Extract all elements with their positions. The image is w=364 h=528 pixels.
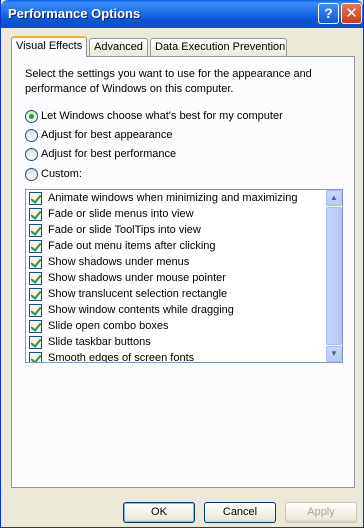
- apply-button[interactable]: Apply: [285, 502, 357, 523]
- radio-best-performance[interactable]: Adjust for best performance: [25, 146, 176, 162]
- close-button[interactable]: ✕: [341, 3, 362, 24]
- checkbox[interactable]: [29, 335, 42, 349]
- checkbox[interactable]: [29, 255, 42, 269]
- list-item-label: Show shadows under menus: [48, 256, 190, 268]
- list-item[interactable]: Show window contents while dragging: [29, 302, 234, 318]
- title-bar[interactable]: Performance Options ? ✕: [1, 0, 363, 28]
- radio-label: Let Windows choose what's best for my co…: [41, 110, 283, 122]
- list-item[interactable]: Show shadows under mouse pointer: [29, 270, 226, 286]
- list-item[interactable]: Show translucent selection rectangle: [29, 286, 227, 302]
- tab-visual-effects[interactable]: Visual Effects: [11, 36, 87, 57]
- list-item-label: Show translucent selection rectangle: [48, 288, 228, 300]
- list-item-label: Slide taskbar buttons: [48, 336, 151, 348]
- list-item[interactable]: Smooth edges of screen fonts: [29, 350, 195, 363]
- radio-label: Adjust for best performance: [41, 148, 177, 160]
- list-item[interactable]: Animate windows when minimizing and maxi…: [29, 190, 297, 206]
- checkbox[interactable]: [29, 287, 42, 301]
- radio-button[interactable]: [25, 167, 38, 181]
- scroll-up-arrow-icon[interactable]: ▲: [326, 190, 342, 206]
- checkbox[interactable]: [29, 303, 42, 317]
- radio-best-appearance[interactable]: Adjust for best appearance: [25, 127, 172, 143]
- radio-custom[interactable]: Custom:: [25, 166, 82, 182]
- list-item-label: Fade or slide ToolTips into view: [48, 224, 201, 236]
- list-item-label: Slide open combo boxes: [48, 320, 169, 332]
- vertical-scrollbar[interactable]: ▲ ▼: [326, 190, 342, 362]
- scroll-down-arrow-icon[interactable]: ▼: [326, 346, 342, 362]
- description-text: Select the settings you want to use for …: [25, 68, 312, 95]
- radio-label: Adjust for best appearance: [41, 129, 173, 141]
- ok-button[interactable]: OK: [123, 502, 195, 523]
- window-title: Performance Options: [8, 6, 141, 21]
- checkbox[interactable]: [29, 223, 42, 237]
- checkbox[interactable]: [29, 351, 42, 362]
- visual-effects-panel: Select the settings you want to use for …: [11, 56, 355, 488]
- list-item-label: Fade or slide menus into view: [48, 208, 194, 220]
- list-item[interactable]: Slide taskbar buttons: [29, 334, 151, 350]
- list-item-label: Show window contents while dragging: [48, 304, 234, 316]
- checkbox[interactable]: [29, 319, 42, 333]
- radio-button[interactable]: [25, 109, 38, 123]
- help-button[interactable]: ?: [318, 3, 339, 24]
- tab-advanced[interactable]: Advanced: [89, 38, 148, 56]
- list-item[interactable]: Fade or slide menus into view: [29, 206, 194, 222]
- visual-effects-list[interactable]: Animate windows when minimizing and maxi…: [25, 189, 343, 363]
- list-item[interactable]: Show shadows under menus: [29, 254, 189, 270]
- radio-button[interactable]: [25, 147, 38, 161]
- checkbox[interactable]: [29, 239, 42, 253]
- list-item[interactable]: Fade out menu items after clicking: [29, 238, 216, 254]
- cancel-button[interactable]: Cancel: [204, 502, 276, 523]
- list-item-label: Show shadows under mouse pointer: [48, 272, 226, 284]
- radio-label: Custom:: [41, 168, 82, 180]
- scrollbar-thumb[interactable]: [326, 207, 342, 345]
- checkbox[interactable]: [29, 271, 42, 285]
- radio-let-windows-choose[interactable]: Let Windows choose what's best for my co…: [25, 108, 283, 124]
- list-item[interactable]: Fade or slide ToolTips into view: [29, 222, 201, 238]
- checkbox[interactable]: [29, 191, 42, 205]
- list-item-label: Fade out menu items after clicking: [48, 240, 216, 252]
- radio-button[interactable]: [25, 128, 38, 142]
- list-item-label: Smooth edges of screen fonts: [48, 352, 195, 363]
- tab-data-execution-prevention[interactable]: Data Execution Prevention: [150, 38, 287, 56]
- performance-options-window: Performance Options ? ✕ Visual Effects A…: [0, 0, 364, 528]
- checkbox[interactable]: [29, 207, 42, 221]
- list-item-label: Animate windows when minimizing and maxi…: [48, 192, 298, 204]
- list-item[interactable]: Slide open combo boxes: [29, 318, 168, 334]
